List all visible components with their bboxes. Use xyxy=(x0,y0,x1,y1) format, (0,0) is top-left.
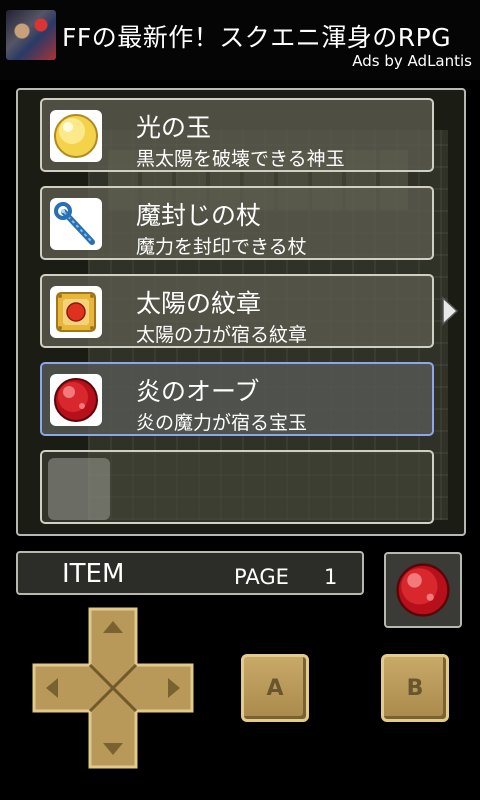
menu-label: ITEM xyxy=(62,559,125,589)
fire-orb-icon xyxy=(50,374,102,426)
menu-bar: ITEM PAGE 1 xyxy=(16,551,364,595)
fire-orb-icon xyxy=(396,563,450,617)
item-description: 魔力を封印できる杖 xyxy=(136,236,307,258)
item-description: 炎の魔力が宿る宝玉 xyxy=(136,412,308,434)
ad-attribution: Ads by AdLantis xyxy=(352,52,472,70)
ad-banner[interactable]: FFの最新作！スクエニ渾身のRPG Ads by AdLantis xyxy=(0,0,480,80)
item-window: 光の玉 黒太陽を破壊できる神玉 魔封じの杖 魔力を封印できる杖 太陽の紋章 太陽… xyxy=(16,88,466,536)
b-button[interactable]: B xyxy=(381,654,449,722)
item-name: 炎のオーブ xyxy=(136,377,260,406)
magic-seal-staff-icon xyxy=(50,198,102,250)
item-description: 太陽の力が宿る紋章 xyxy=(136,324,308,346)
empty-icon-placeholder xyxy=(48,458,110,520)
item-slot-empty[interactable] xyxy=(40,450,434,524)
a-button[interactable]: A xyxy=(241,654,309,722)
page-label: PAGE xyxy=(234,565,289,589)
item-slot-fire-orb[interactable]: 炎のオーブ 炎の魔力が宿る宝玉 xyxy=(40,362,434,436)
ad-title[interactable]: FFの最新作！スクエニ渾身のRPG xyxy=(62,18,451,54)
sun-crest-icon xyxy=(50,286,102,338)
item-slot-light-orb[interactable]: 光の玉 黒太陽を破壊できる神玉 xyxy=(40,98,434,172)
item-name: 太陽の紋章 xyxy=(136,289,262,318)
item-name: 光の玉 xyxy=(136,113,212,142)
item-description: 黒太陽を破壊できる神玉 xyxy=(136,148,345,170)
dpad[interactable] xyxy=(32,607,194,769)
item-name: 魔封じの杖 xyxy=(136,201,262,230)
next-page-arrow-icon[interactable] xyxy=(440,296,460,326)
light-orb-icon xyxy=(50,110,102,162)
item-slot-magic-seal-staff[interactable]: 魔封じの杖 魔力を封印できる杖 xyxy=(40,186,434,260)
item-slot-sun-crest[interactable]: 太陽の紋章 太陽の力が宿る紋章 xyxy=(40,274,434,348)
page-number: 1 xyxy=(324,565,338,589)
equipped-item-slot[interactable] xyxy=(384,552,462,628)
ad-thumbnail[interactable] xyxy=(6,10,56,60)
